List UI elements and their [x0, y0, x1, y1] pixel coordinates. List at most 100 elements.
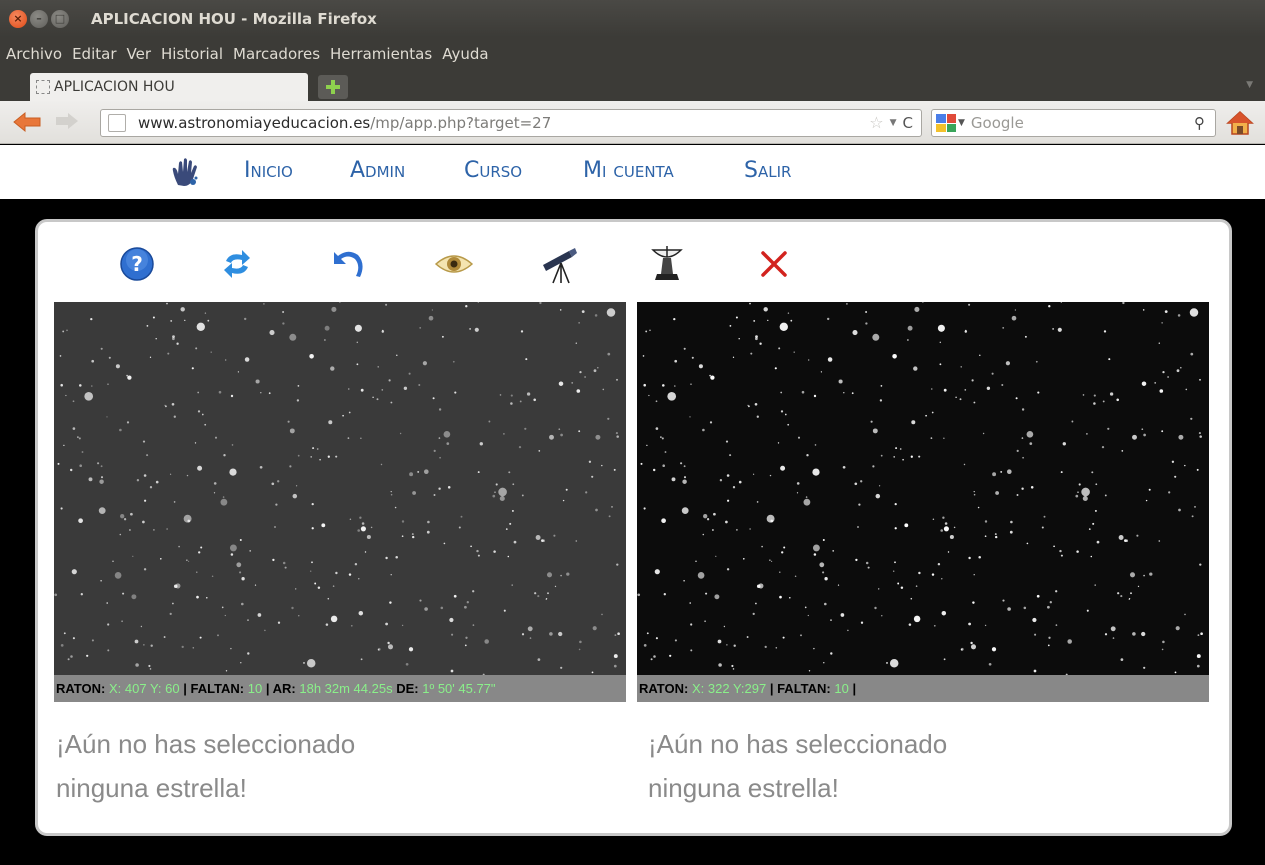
- star-dot: [1199, 378, 1201, 381]
- star-dot: [682, 479, 687, 484]
- star-dot: [241, 602, 244, 606]
- url-text[interactable]: www.astronomiayeducacion.es/mp/app.php?t…: [138, 114, 551, 132]
- star-dot: [1011, 315, 1017, 321]
- star-dot: [746, 636, 749, 638]
- bookmark-star-icon[interactable]: ☆: [869, 113, 883, 132]
- close-button[interactable]: [752, 242, 796, 286]
- right-message-line1: ¡Aún no has seleccionado: [648, 729, 948, 759]
- nav-link-admin[interactable]: Admin: [350, 158, 405, 183]
- star-dot: [994, 533, 997, 536]
- star-dot: [900, 586, 904, 589]
- nav-link-curso[interactable]: Curso: [464, 158, 522, 183]
- star-dot: [155, 480, 159, 484]
- star-dot: [674, 359, 678, 363]
- star-dot: [654, 569, 660, 575]
- menu-archivo[interactable]: Archivo: [6, 45, 62, 63]
- window-close-button[interactable]: ×: [9, 9, 27, 28]
- telescope-button[interactable]: [538, 242, 582, 286]
- window-minimize-button[interactable]: –: [30, 9, 48, 28]
- star-dot: [925, 414, 927, 417]
- star-dot: [1199, 563, 1202, 566]
- menu-historial[interactable]: Historial: [161, 45, 223, 63]
- tab-list-chevron-icon[interactable]: ▼: [1246, 80, 1253, 90]
- url-dropdown-icon[interactable]: ▼: [890, 118, 897, 128]
- window-title: APLICACION HOU - Mozilla Firefox: [91, 9, 377, 28]
- star-dot: [529, 637, 532, 639]
- star-dot: [559, 309, 562, 311]
- star-dot: [295, 588, 297, 590]
- star-dot: [1005, 361, 1011, 366]
- star-dot: [443, 542, 446, 545]
- star-dot: [1085, 432, 1088, 435]
- engine-dropdown-icon[interactable]: ▼: [958, 118, 965, 128]
- star-dot: [1026, 542, 1029, 545]
- star-dot: [729, 325, 732, 327]
- star-dot: [136, 479, 140, 482]
- star-dot: [581, 310, 585, 313]
- menu-herramientas[interactable]: Herramientas: [330, 45, 432, 63]
- star-dot: [465, 636, 468, 639]
- url-bar[interactable]: www.astronomiayeducacion.es/mp/app.php?t…: [100, 109, 922, 137]
- star-dot: [1024, 335, 1027, 338]
- right-star-field-image[interactable]: [637, 302, 1209, 675]
- undo-button[interactable]: [326, 242, 370, 286]
- star-dot: [1093, 402, 1096, 405]
- google-engine-icon[interactable]: [936, 114, 956, 132]
- menu-marcadores[interactable]: Marcadores: [233, 45, 320, 63]
- hand-logo-icon[interactable]: [168, 155, 202, 193]
- star-dot: [451, 633, 454, 636]
- star-dot: [1062, 442, 1066, 446]
- star-dot: [443, 430, 451, 438]
- home-button[interactable]: [1226, 110, 1254, 140]
- menu-ayuda[interactable]: Ayuda: [442, 45, 488, 63]
- star-dot: [704, 620, 706, 623]
- left-star-field-image[interactable]: [54, 302, 626, 675]
- star-dot: [1132, 434, 1137, 440]
- star-dot: [284, 566, 287, 569]
- help-button[interactable]: ?: [115, 242, 159, 286]
- star-dot: [860, 621, 864, 624]
- satellite-dish-button[interactable]: [645, 242, 689, 286]
- star-dot: [560, 666, 563, 669]
- star-dot: [1010, 520, 1013, 524]
- star-dot: [591, 671, 594, 674]
- star-dot: [408, 647, 414, 652]
- nav-link-salir[interactable]: Salir: [744, 158, 791, 183]
- star-dot: [511, 509, 514, 512]
- star-dot: [939, 341, 942, 344]
- nav-link-inicio[interactable]: Inicio: [244, 158, 293, 183]
- star-dot: [100, 347, 103, 350]
- nav-link-mi-cuenta[interactable]: Mi cuenta: [583, 158, 674, 183]
- search-input[interactable]: Google: [971, 114, 1024, 132]
- window-maximize-button[interactable]: □: [51, 9, 69, 28]
- star-dot: [356, 341, 359, 344]
- star-dot: [867, 566, 870, 569]
- refresh-button[interactable]: [215, 242, 259, 286]
- search-icon[interactable]: ⚲: [1194, 114, 1205, 132]
- star-dot: [1167, 376, 1169, 378]
- star-dot: [949, 534, 954, 540]
- menu-ver[interactable]: Ver: [127, 45, 152, 63]
- forward-button[interactable]: [54, 111, 80, 135]
- eye-button[interactable]: [432, 242, 476, 286]
- star-dot: [112, 560, 114, 563]
- star-dot: [510, 402, 513, 405]
- star-dot: [562, 499, 565, 502]
- star-dot: [1014, 309, 1017, 311]
- star-dot: [477, 302, 479, 303]
- star-dot: [941, 578, 943, 580]
- star-dot: [121, 620, 123, 623]
- back-button[interactable]: [12, 111, 42, 137]
- search-bar[interactable]: ▼ Google ⚲: [931, 109, 1216, 137]
- site-identity-icon[interactable]: [108, 114, 126, 132]
- new-tab-button[interactable]: [318, 75, 348, 99]
- tab-aplicacion-hou[interactable]: APLICACION HOU: [30, 73, 308, 101]
- reload-icon[interactable]: C: [903, 114, 913, 132]
- star-dot: [259, 465, 263, 469]
- star-dot: [892, 570, 895, 572]
- star-dot: [119, 533, 122, 536]
- star-dot: [943, 388, 947, 392]
- star-dot: [756, 415, 759, 418]
- menu-editar[interactable]: Editar: [72, 45, 116, 63]
- star-dot: [908, 623, 912, 626]
